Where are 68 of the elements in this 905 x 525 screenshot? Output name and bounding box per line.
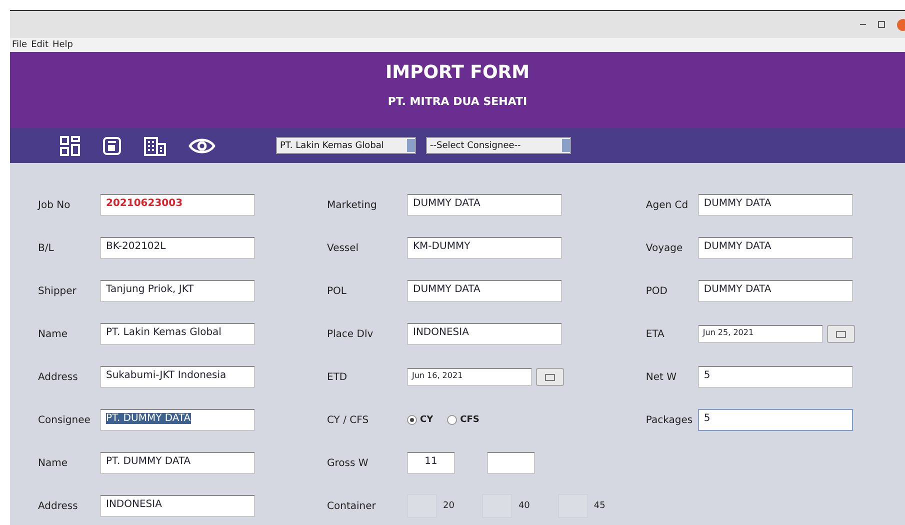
grid-icon[interactable] <box>60 136 80 156</box>
input-field[interactable]: Sukabumi-JKT Indonesia <box>100 366 255 388</box>
consignee-dropdown[interactable]: --Select Consignee-- <box>426 137 571 154</box>
company-name: PT. MITRA DUA SEHATI <box>388 95 528 108</box>
radio-icon[interactable] <box>447 415 458 425</box>
calendar-button[interactable] <box>826 325 855 343</box>
date-field[interactable]: Jun 16, 2021 <box>407 368 532 386</box>
close-icon[interactable] <box>897 18 905 30</box>
field-label: B/L <box>38 242 55 254</box>
field-label: POL <box>327 286 348 296</box>
shipper-dropdown[interactable]: PT. Lakin Kemas Global <box>276 137 416 154</box>
calendar-button[interactable] <box>536 368 564 386</box>
field-label: Agen Cd <box>646 200 690 210</box>
input-field[interactable]: DUMMY DATA <box>698 194 853 216</box>
field-label: Name <box>38 458 69 468</box>
input-field[interactable]: 11 <box>407 452 455 474</box>
checkbox-label: 40 <box>518 501 530 511</box>
form-title: IMPORT FORM <box>385 62 530 83</box>
field-label: Shipper <box>38 286 78 296</box>
maximize-icon[interactable] <box>878 21 885 28</box>
eye-icon[interactable] <box>188 136 216 154</box>
menu-item[interactable]: File <box>12 40 28 50</box>
field-label: Net W <box>646 372 678 382</box>
field-label: Marketing <box>327 200 378 210</box>
field-label: ETA <box>646 328 666 340</box>
field-label: Address <box>38 500 79 512</box>
field-label: Place Dlv <box>327 328 374 340</box>
input-field[interactable]: BK-202102L <box>100 237 255 259</box>
checkbox-label: 20 <box>443 501 454 511</box>
input-field[interactable]: PT. DUMMY DATA <box>100 409 255 431</box>
save-icon[interactable] <box>102 136 122 156</box>
field-label: Gross W <box>327 458 370 468</box>
field-label: Vessel <box>327 242 360 254</box>
date-field[interactable]: Jun 25, 2021 <box>698 325 823 343</box>
field-label: Job No <box>38 200 72 210</box>
input-field[interactable]: PT. DUMMY DATA <box>100 452 255 474</box>
field-label: Voyage <box>646 242 684 254</box>
field-label: CY / CFS <box>327 414 370 426</box>
minimize-icon[interactable] <box>860 23 866 26</box>
input-field[interactable]: DUMMY DATA <box>698 280 853 302</box>
input-field[interactable]: DUMMY DATA <box>698 237 853 259</box>
field-label: Container <box>327 500 377 512</box>
checkbox-label: 45 <box>594 501 606 511</box>
building-icon[interactable] <box>144 136 166 156</box>
input-field[interactable]: Tanjung Priok, JKT <box>100 280 255 302</box>
field-label: Consignee <box>38 414 92 426</box>
input-field[interactable]: INDONESIA <box>100 495 255 517</box>
input-field[interactable]: 5 <box>698 366 853 388</box>
field-label: Address <box>38 372 79 382</box>
radio-option[interactable]: CFS <box>447 415 480 425</box>
radio-icon[interactable] <box>407 415 417 425</box>
input-field[interactable]: 20210623003 <box>100 194 255 216</box>
input-field[interactable]: KM-DUMMY <box>407 237 562 259</box>
field-label: Name <box>38 328 69 340</box>
input-field[interactable]: DUMMY DATA <box>407 280 562 302</box>
input-field[interactable]: INDONESIA <box>407 323 562 345</box>
input-field[interactable] <box>487 452 535 474</box>
field-label: POD <box>646 286 668 296</box>
input-field[interactable]: DUMMY DATA <box>407 194 562 216</box>
field-label: ETD <box>327 372 348 382</box>
calendar-icon <box>836 330 846 338</box>
radio-option[interactable]: CY <box>407 415 434 425</box>
menu-item[interactable]: Edit <box>31 40 48 50</box>
input-field[interactable]: PT. Lakin Kemas Global <box>100 323 255 345</box>
input-field[interactable]: 5 <box>698 409 853 431</box>
menu-item[interactable]: Help <box>52 40 74 50</box>
calendar-icon <box>545 374 555 380</box>
field-label: Packages <box>646 414 694 426</box>
